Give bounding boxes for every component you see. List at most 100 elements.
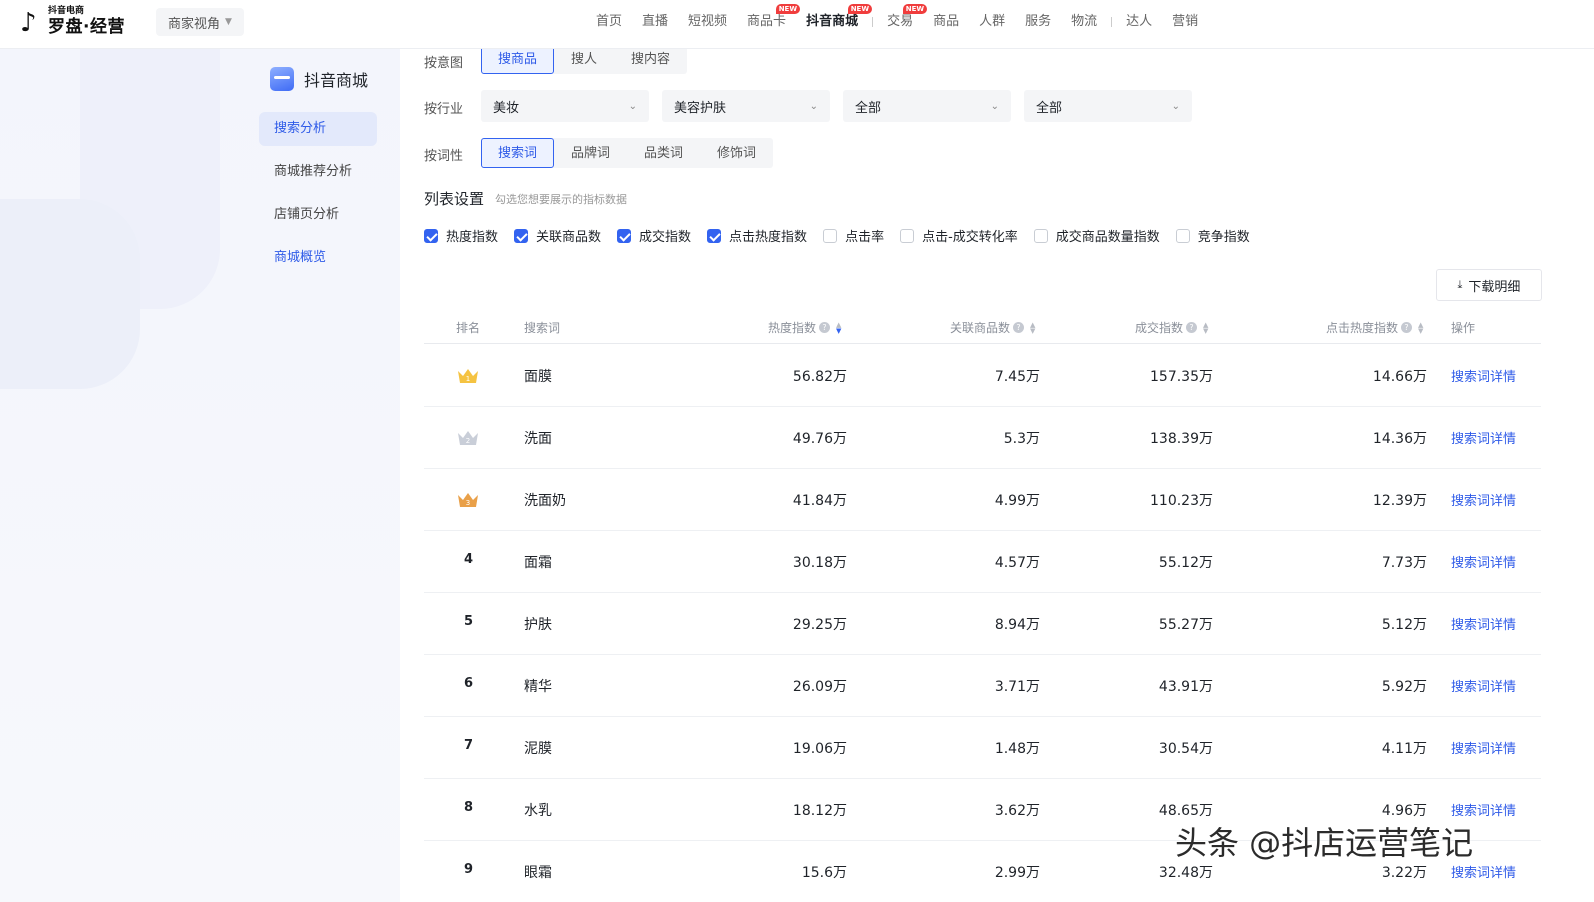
metric-checkbox[interactable]: 关联商品数 bbox=[514, 226, 601, 245]
sidebar-item-mall-overview[interactable]: 商城概览 bbox=[259, 241, 377, 275]
heat-index-value: 30.18万 bbox=[792, 555, 847, 571]
click-heat-index-value: 4.96万 bbox=[1381, 803, 1427, 819]
nav-item[interactable]: 服务 bbox=[1015, 0, 1061, 44]
sidebar-title: 抖音商城 bbox=[304, 71, 369, 90]
intent-option-product[interactable]: 搜商品 bbox=[481, 49, 555, 74]
metric-checkbox[interactable]: 点击率 bbox=[823, 226, 884, 245]
nav-item[interactable]: 短视频 bbox=[678, 0, 737, 44]
search-word-detail-link[interactable]: 搜索词详情 bbox=[1451, 800, 1516, 819]
header-deal-index[interactable]: 成交指数? ▲ ▼ bbox=[1135, 319, 1208, 336]
wordtype-option-search[interactable]: 搜索词 bbox=[481, 138, 555, 168]
nav-item[interactable]: 商品 bbox=[923, 0, 969, 44]
nav-item[interactable]: 营销 bbox=[1162, 0, 1208, 44]
industry-select-level1[interactable]: 美妆 ⌄ bbox=[481, 90, 649, 122]
search-word-detail-link[interactable]: 搜索词详情 bbox=[1451, 366, 1516, 385]
nav-item-label: 服务 bbox=[1025, 14, 1052, 29]
heat-index-value: 19.06万 bbox=[792, 741, 847, 757]
metric-checkbox[interactable]: 成交商品数量指数 bbox=[1033, 226, 1160, 245]
header-heat-index[interactable]: 热度指数? ▲ ▼ bbox=[768, 319, 841, 336]
help-icon[interactable]: ? bbox=[1401, 322, 1413, 333]
search-word-detail-link[interactable]: 搜索词详情 bbox=[1451, 614, 1516, 633]
nav-item-label: 人群 bbox=[979, 14, 1006, 29]
intent-segmented-control: 搜商品 搜人 搜内容 bbox=[481, 49, 688, 74]
industry-select-level4[interactable]: 全部 ⌄ bbox=[1024, 90, 1192, 122]
download-details-button[interactable]: ⤓ 下载明细 bbox=[1436, 269, 1542, 301]
deal-index-value: 48.65万 bbox=[1158, 803, 1213, 819]
metric-checkbox[interactable]: 成交指数 bbox=[617, 226, 691, 245]
sidebar-item-store-page-analysis[interactable]: 店铺页分析 bbox=[259, 198, 377, 232]
heat-index-value: 15.6万 bbox=[801, 865, 847, 881]
checkbox-empty-icon[interactable] bbox=[900, 228, 915, 243]
help-icon[interactable]: ? bbox=[819, 322, 831, 333]
caret-down-icon: ▼ bbox=[225, 17, 232, 27]
nav-item-label: 交易 bbox=[887, 14, 914, 29]
search-word: 洗面奶 bbox=[524, 493, 566, 509]
table-header: 排名 搜索词 热度指数? ▲ ▼ 关联商品数? ▲ ▼ 成交指数? ▲ ▼ 点击热度指数? ▲… bbox=[424, 309, 1541, 344]
nav-item-label: 商品 bbox=[933, 14, 960, 29]
perspective-dropdown[interactable]: 商家视角 ▼ bbox=[156, 8, 244, 36]
deal-index-value: 30.54万 bbox=[1158, 741, 1213, 757]
metric-checkbox-label: 关联商品数 bbox=[536, 230, 602, 245]
heat-index-value: 29.25万 bbox=[792, 617, 847, 633]
wordtype-option-modifier[interactable]: 修饰词 bbox=[700, 138, 773, 168]
related-products-value: 1.48万 bbox=[994, 741, 1040, 757]
help-icon[interactable]: ? bbox=[1186, 322, 1198, 333]
sidebar-header: 抖音商城 bbox=[270, 67, 368, 91]
sidebar-item-search-analysis[interactable]: 搜索分析 bbox=[259, 112, 377, 146]
industry-select-level2[interactable]: 美容护肤 ⌄ bbox=[662, 90, 830, 122]
checkbox-checked-icon[interactable] bbox=[514, 228, 529, 243]
search-word-detail-link[interactable]: 搜索词详情 bbox=[1451, 428, 1516, 447]
nav-item[interactable]: 物流 bbox=[1061, 0, 1107, 44]
metric-checkbox[interactable]: 热度指数 bbox=[424, 226, 498, 245]
intent-filter-label: 按意图 bbox=[424, 56, 464, 71]
select-value: 全部 bbox=[855, 100, 882, 116]
watermark: 头条 @抖店运营笔记 bbox=[1175, 824, 1474, 862]
checkbox-checked-icon[interactable] bbox=[617, 228, 632, 243]
checkbox-empty-icon[interactable] bbox=[1175, 228, 1190, 243]
header-click-heat-index[interactable]: 点击热度指数? ▲ ▼ bbox=[1326, 319, 1423, 336]
search-word-detail-link[interactable]: 搜索词详情 bbox=[1451, 862, 1516, 881]
deal-index-value: 32.48万 bbox=[1158, 865, 1213, 881]
nav-item[interactable]: 达人 bbox=[1116, 0, 1162, 44]
nav-item[interactable]: 抖音商城 NEW bbox=[796, 0, 873, 44]
industry-select-level3[interactable]: 全部 ⌄ bbox=[843, 90, 1011, 122]
intent-option-content[interactable]: 搜内容 bbox=[614, 49, 687, 74]
nav-item[interactable]: 直播 bbox=[632, 0, 678, 44]
intent-option-people[interactable]: 搜人 bbox=[554, 49, 614, 74]
header-rank: 排名 bbox=[456, 321, 481, 335]
nav-item[interactable]: 商品卡 NEW bbox=[737, 0, 801, 44]
search-word: 水乳 bbox=[524, 803, 552, 819]
nav-item-label: 商品卡 bbox=[747, 14, 787, 29]
related-products-value: 2.99万 bbox=[994, 865, 1040, 881]
metric-checkbox[interactable]: 竞争指数 bbox=[1175, 226, 1250, 245]
help-icon[interactable]: ? bbox=[1013, 322, 1025, 333]
search-word-detail-link[interactable]: 搜索词详情 bbox=[1451, 552, 1516, 571]
header-related-products[interactable]: 关联商品数? ▲ ▼ bbox=[950, 319, 1035, 336]
sort-icon[interactable]: ▲ ▼ bbox=[1203, 321, 1208, 334]
checkbox-empty-icon[interactable] bbox=[1033, 228, 1048, 243]
metric-checkbox[interactable]: 点击热度指数 bbox=[707, 226, 807, 245]
select-value: 美容护肤 bbox=[674, 100, 727, 116]
metric-checkbox[interactable]: 点击-成交转化率 bbox=[900, 226, 1018, 245]
checkbox-checked-icon[interactable] bbox=[424, 228, 438, 243]
search-word-detail-link[interactable]: 搜索词详情 bbox=[1451, 490, 1516, 509]
checkbox-checked-icon[interactable] bbox=[707, 228, 722, 243]
sidebar-item-recommend-analysis[interactable]: 商城推荐分析 bbox=[259, 155, 377, 189]
nav-item-label: 达人 bbox=[1126, 14, 1153, 29]
nav-item-label: 直播 bbox=[642, 14, 669, 29]
sort-icon[interactable]: ▲ ▼ bbox=[836, 321, 841, 334]
checkbox-empty-icon[interactable] bbox=[823, 228, 838, 243]
brand-logo[interactable]: ♪ 抖音电商 罗盘·经营 bbox=[16, 6, 125, 37]
download-label: 下载明细 bbox=[1468, 279, 1521, 295]
nav-item[interactable]: 首页 bbox=[586, 0, 632, 44]
sort-icon[interactable]: ▲ ▼ bbox=[1418, 321, 1423, 334]
sort-icon[interactable]: ▲ ▼ bbox=[1030, 321, 1035, 334]
nav-item[interactable]: 人群 bbox=[969, 0, 1015, 44]
search-word-detail-link[interactable]: 搜索词详情 bbox=[1451, 676, 1516, 695]
wordtype-option-brand[interactable]: 品牌词 bbox=[554, 138, 627, 168]
sidebar-decoration bbox=[0, 199, 140, 389]
wordtype-option-category[interactable]: 品类词 bbox=[627, 138, 700, 168]
search-word-detail-link[interactable]: 搜索词详情 bbox=[1451, 738, 1516, 757]
top-bar: ♪ 抖音电商 罗盘·经营 商家视角 ▼ 首页 直播 短视频 商品卡 NEW 抖音商城 NEW… bbox=[0, 0, 1594, 49]
nav-item[interactable]: 交易 NEW bbox=[877, 0, 928, 44]
